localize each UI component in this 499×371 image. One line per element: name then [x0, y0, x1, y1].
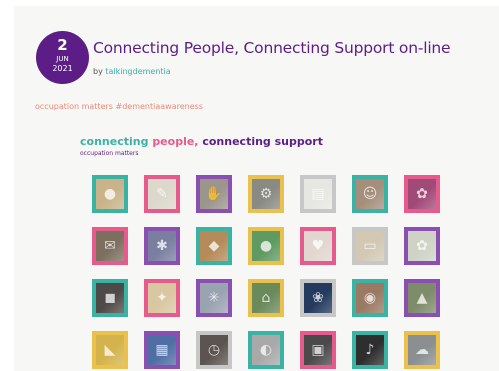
tile-photo-icon: ✱ [156, 238, 168, 254]
tile-photo-icon: ◷ [207, 342, 221, 358]
tile-photo-icon: ▲ [416, 290, 428, 306]
post-tags-link[interactable]: occupation matters #dementiaawareness [35, 102, 203, 111]
tile-sewing-machine-photo: ⚙ [248, 175, 284, 213]
tile-origami-photo: ◣ [92, 331, 128, 369]
tile-photo-icon: ● [259, 238, 273, 254]
tile-photo-icon: ✳ [208, 290, 220, 306]
tile-photo-icon: ☺ [362, 186, 378, 202]
tile-photo-icon: ✿ [416, 186, 428, 202]
tile-photo-icon: ☁ [415, 342, 429, 358]
tile-hands-craft-photo: ✋ [196, 175, 232, 213]
gallery-title: connecting people, connecting support [80, 135, 323, 148]
tile-photo-icon: ♥ [311, 238, 325, 254]
photo-gallery-image: connecting people, connecting support oc… [77, 133, 457, 371]
tile-hiker-photo: ▲ [404, 279, 440, 317]
tile-photo-icon: ● [103, 186, 117, 202]
tile-landscape-photo: ☁ [404, 331, 440, 369]
tile-flowers-photo: ✿ [404, 175, 440, 213]
author-link[interactable]: talkingdementia [105, 67, 170, 76]
tile-photo-icon: ✿ [416, 238, 428, 254]
tile-photo-icon: ◉ [363, 290, 377, 306]
tile-photo-icon: ✉ [104, 238, 116, 254]
tile-notes-photo: ▤ [300, 175, 336, 213]
tile-cake-photo: ◆ [196, 227, 232, 265]
tile-photo-icon: ▣ [311, 342, 325, 358]
tile-playing-cards-photo: ♥ [300, 227, 336, 265]
gallery-title-word1: connecting [80, 135, 149, 148]
tile-pressed-flowers-photo: ✿ [404, 227, 440, 265]
tile-painting-photo: ✱ [144, 227, 180, 265]
byline: by talkingdementia [93, 67, 171, 76]
post-title-link[interactable]: Connecting People, Connecting Support on… [93, 39, 451, 57]
date-day: 2 [57, 36, 68, 54]
tile-photo-icon: ⌂ [261, 290, 271, 306]
tile-dancing-photo: ♪ [352, 331, 388, 369]
tile-balloons-photo: ● [248, 227, 284, 265]
tile-couple-selfie-photo: ☺ [352, 175, 388, 213]
tile-radio-photo: ▣ [300, 331, 336, 369]
gallery-title-word2: people, [152, 135, 199, 148]
tile-cube-photo: ◼ [92, 279, 128, 317]
tile-clock-photo: ◷ [196, 331, 232, 369]
tile-water-lily-photo: ❀ [300, 279, 336, 317]
tile-photo-icon: ✋ [205, 186, 223, 202]
tile-photo-icon: ♪ [365, 342, 375, 358]
tile-garden-photo: ⌂ [248, 279, 284, 317]
gallery-subtitle: occupation matters [80, 150, 139, 157]
date-year: 2021 [52, 64, 73, 73]
date-badge: 2 JUN 2021 [36, 31, 89, 84]
tile-photo-icon: ◐ [259, 342, 273, 358]
tile-photo-icon: ▭ [363, 238, 377, 254]
tile-cookies-photo: ● [92, 175, 128, 213]
tile-letter-photo: ✉ [92, 227, 128, 265]
tile-photo-icon: ⚙ [259, 186, 273, 202]
tile-cat-photo: ◉ [352, 279, 388, 317]
tile-puzzle-photo: ✦ [144, 279, 180, 317]
tile-handwriting-photo: ✎ [144, 175, 180, 213]
tile-photo-icon: ❀ [312, 290, 324, 306]
gallery-title-word3: connecting support [202, 135, 323, 148]
tile-photo-icon: ✦ [156, 290, 168, 306]
tile-photo-icon: ◼ [104, 290, 116, 306]
tile-photo-icon: ◣ [104, 342, 116, 358]
tile-photo-icon: ▤ [311, 186, 325, 202]
tile-photo-icon: ✎ [156, 186, 168, 202]
date-month: JUN [56, 55, 69, 63]
tile-colored-pencils-photo: ✳ [196, 279, 232, 317]
tile-face-photo: ◐ [248, 331, 284, 369]
tile-photo-icon: ▦ [155, 342, 169, 358]
tile-photo-icon: ◆ [208, 238, 220, 254]
tile-paint-palette-photo: ▦ [144, 331, 180, 369]
tile-book-photo: ▭ [352, 227, 388, 265]
blog-post-page: 2 JUN 2021 Connecting People, Connecting… [14, 6, 499, 371]
byline-by: by [93, 67, 103, 76]
